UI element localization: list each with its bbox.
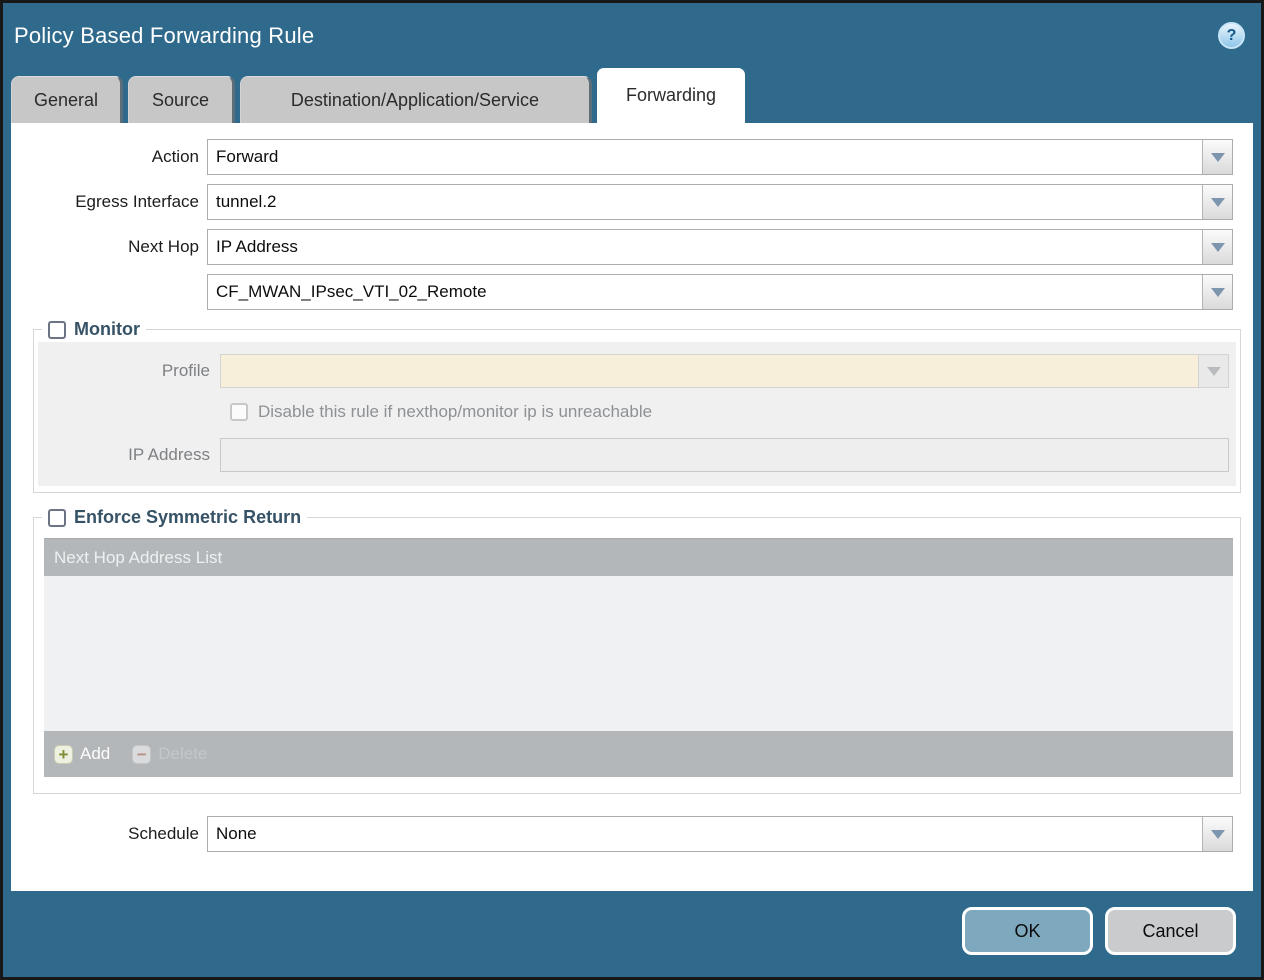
ok-button[interactable]: OK (962, 907, 1093, 955)
help-icon[interactable]: ? (1218, 22, 1245, 49)
chevron-down-icon (1211, 288, 1225, 297)
egress-interface-value: tunnel.2 (208, 185, 1202, 219)
next-hop-type-select[interactable]: IP Address (207, 229, 1233, 265)
plus-icon: + (54, 745, 73, 764)
delete-button: − Delete (132, 744, 207, 764)
next-hop-label: Next Hop (11, 237, 207, 257)
table-toolbar: + Add − Delete (44, 731, 1233, 777)
monitor-fieldset: Monitor Profile Disable this rule if nex… (33, 319, 1241, 493)
action-label: Action (11, 147, 207, 167)
symmetric-return-legend-label: Enforce Symmetric Return (74, 507, 301, 528)
next-hop-address-value: CF_MWAN_IPsec_VTI_02_Remote (208, 275, 1202, 309)
pbf-rule-dialog: Policy Based Forwarding Rule ? General S… (0, 0, 1264, 980)
add-button[interactable]: + Add (54, 744, 110, 764)
monitor-ip-row: IP Address (38, 438, 1236, 472)
action-value: Forward (208, 140, 1202, 174)
symmetric-return-checkbox[interactable] (48, 509, 66, 527)
disable-rule-checkbox (230, 403, 248, 421)
monitor-legend-label: Monitor (74, 319, 140, 340)
next-hop-address-dropdown-button[interactable] (1202, 275, 1232, 309)
chevron-down-icon (1211, 198, 1225, 207)
chevron-down-icon (1207, 367, 1221, 376)
next-hop-address-select[interactable]: CF_MWAN_IPsec_VTI_02_Remote (207, 274, 1233, 310)
forwarding-tab-panel: Action Forward Egress Interface tunnel.2… (11, 123, 1253, 891)
monitor-ip-input (220, 438, 1229, 472)
disable-rule-label: Disable this rule if nexthop/monitor ip … (258, 402, 652, 422)
monitor-legend: Monitor (42, 319, 146, 340)
dialog-titlebar: Policy Based Forwarding Rule ? (3, 3, 1261, 68)
monitor-panel: Profile Disable this rule if nexthop/mon… (38, 342, 1236, 486)
next-hop-address-list-header: Next Hop Address List (44, 538, 1233, 576)
tab-source[interactable]: Source (128, 76, 235, 123)
dialog-title: Policy Based Forwarding Rule (14, 23, 314, 49)
profile-dropdown-button (1198, 355, 1228, 387)
cancel-button[interactable]: Cancel (1105, 907, 1236, 955)
profile-row: Profile (38, 354, 1236, 388)
minus-icon: − (132, 745, 151, 764)
add-button-label: Add (80, 744, 110, 764)
schedule-label: Schedule (11, 824, 207, 844)
next-hop-dropdown-button[interactable] (1202, 230, 1232, 264)
profile-value (221, 355, 1198, 387)
next-hop-type-value: IP Address (208, 230, 1202, 264)
chevron-down-icon (1211, 243, 1225, 252)
delete-button-label: Delete (158, 744, 207, 764)
schedule-row: Schedule None (11, 816, 1253, 852)
tab-destination-application-service[interactable]: Destination/Application/Service (240, 76, 592, 123)
action-select[interactable]: Forward (207, 139, 1233, 175)
profile-select (220, 354, 1229, 388)
action-row: Action Forward (11, 139, 1253, 175)
profile-label: Profile (38, 361, 220, 381)
next-hop-address-list-table: Next Hop Address List + Add − Delete (44, 538, 1233, 777)
tab-forwarding[interactable]: Forwarding (597, 68, 745, 123)
disable-rule-row: Disable this rule if nexthop/monitor ip … (230, 402, 1236, 422)
chevron-down-icon (1211, 830, 1225, 839)
schedule-select[interactable]: None (207, 816, 1233, 852)
action-dropdown-button[interactable] (1202, 140, 1232, 174)
symmetric-return-fieldset: Enforce Symmetric Return Next Hop Addres… (33, 507, 1241, 794)
monitor-checkbox[interactable] (48, 321, 66, 339)
monitor-ip-label: IP Address (38, 445, 220, 465)
symmetric-return-legend: Enforce Symmetric Return (42, 507, 307, 528)
tab-general[interactable]: General (11, 76, 123, 123)
next-hop-row: Next Hop IP Address (11, 229, 1253, 265)
next-hop-address-list-body[interactable] (44, 576, 1233, 731)
egress-interface-row: Egress Interface tunnel.2 (11, 184, 1253, 220)
egress-interface-label: Egress Interface (11, 192, 207, 212)
schedule-value: None (208, 817, 1202, 851)
chevron-down-icon (1211, 153, 1225, 162)
next-hop-address-row: CF_MWAN_IPsec_VTI_02_Remote (11, 274, 1253, 310)
egress-interface-dropdown-button[interactable] (1202, 185, 1232, 219)
dialog-footer: OK Cancel (3, 885, 1261, 977)
egress-interface-select[interactable]: tunnel.2 (207, 184, 1233, 220)
tab-bar: General Source Destination/Application/S… (3, 68, 1261, 123)
schedule-dropdown-button[interactable] (1202, 817, 1232, 851)
